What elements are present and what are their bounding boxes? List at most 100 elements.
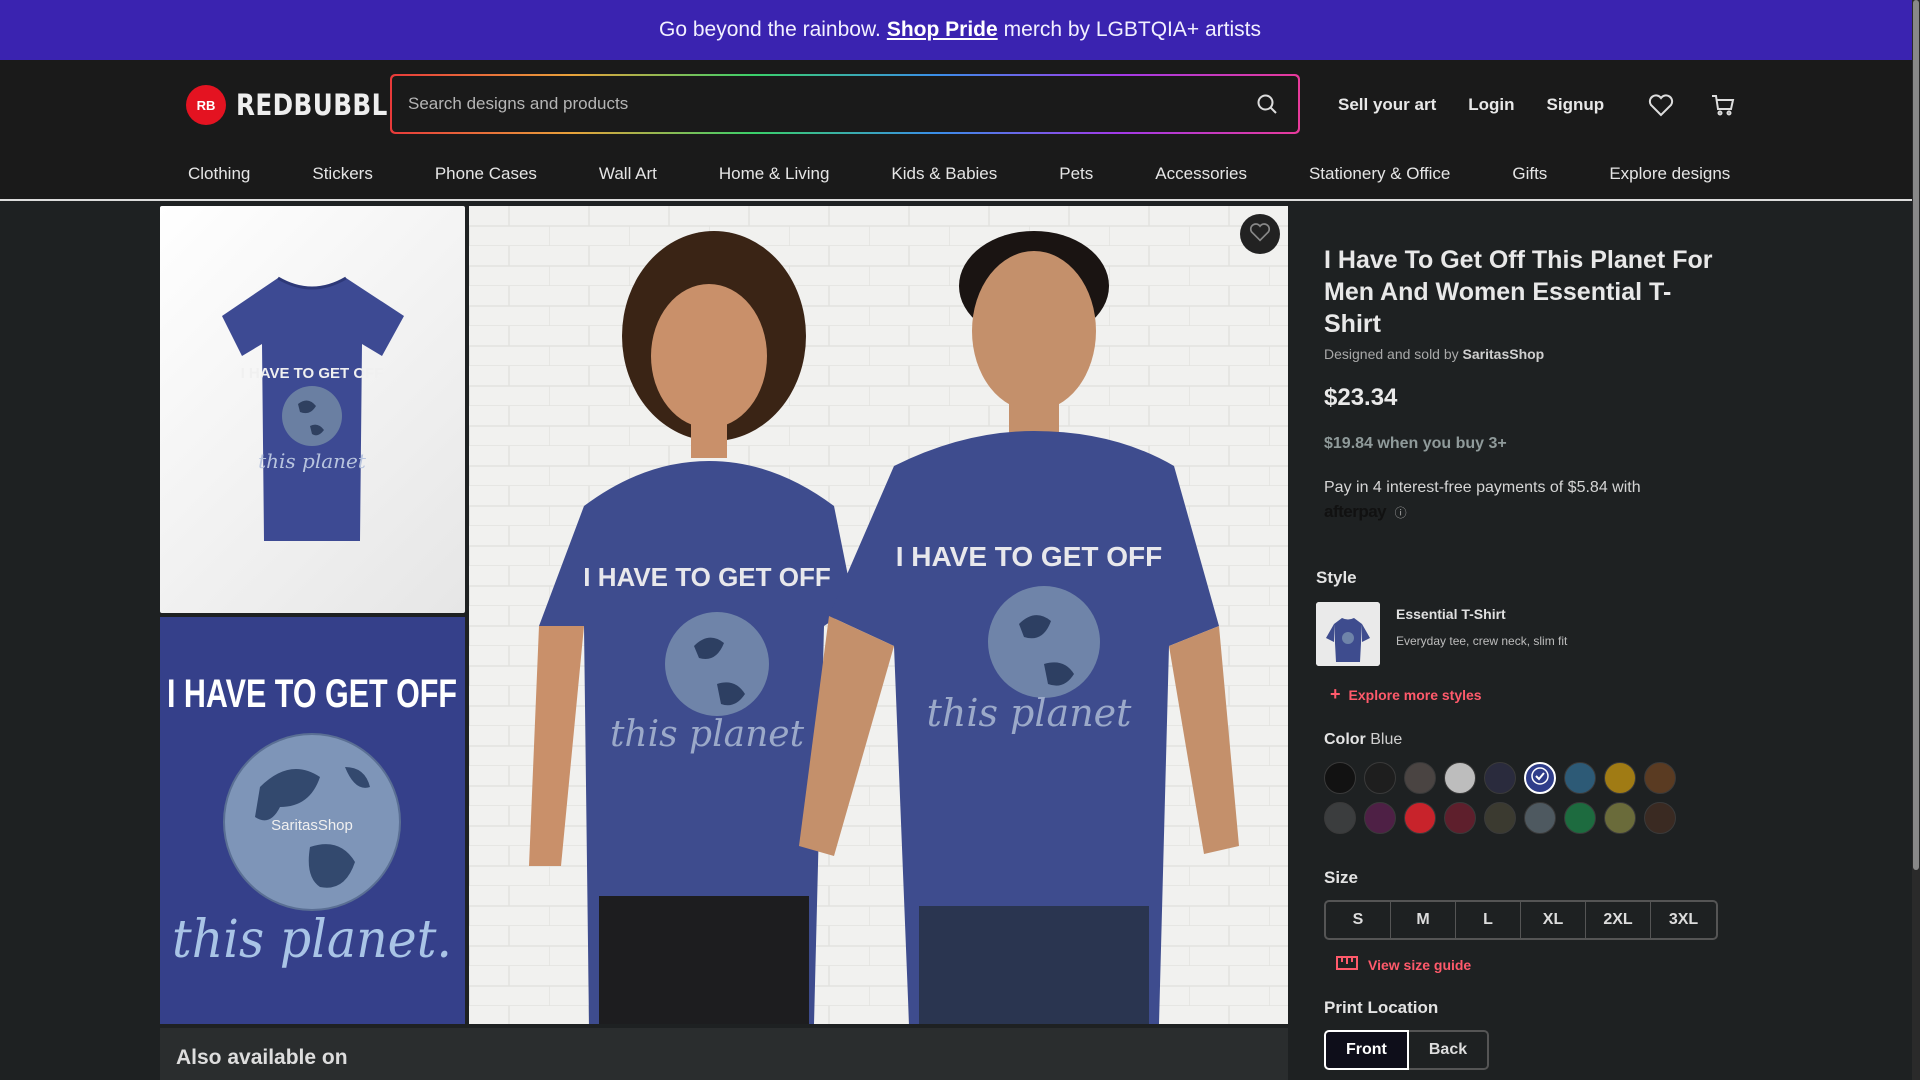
color-label-text: Color [1324,731,1366,748]
banner-prefix: Go beyond the rainbow. [658,18,881,41]
category-nav: Clothing Stickers Phone Cases Wall Art H… [188,164,1792,184]
size-option-s[interactable]: S [1326,902,1391,938]
size-selector: S M L XL 2XL 3XL [1324,900,1718,940]
favorite-button[interactable] [1240,214,1280,254]
checkmark-icon [1530,766,1550,791]
color-swatch[interactable] [1564,802,1596,834]
nav-item-pets[interactable]: Pets [1059,164,1093,184]
nav-item-kids-babies[interactable]: Kids & Babies [891,164,997,184]
design-text-bottom: this planet. [172,910,452,970]
nav-item-phone-cases[interactable]: Phone Cases [435,164,537,184]
color-swatch[interactable] [1524,762,1556,794]
header-links: Sell your art Login Signup [1338,90,1738,120]
color-swatch[interactable] [1324,762,1356,794]
print-front-button[interactable]: Front [1324,1030,1409,1070]
nav-item-home-living[interactable]: Home & Living [719,164,830,184]
bulk-price: $19.84 when you buy 3+ [1324,435,1507,452]
site-header: RB REDBUBBLE Sell your art Login Signup … [0,60,1920,200]
color-swatch[interactable] [1524,802,1556,834]
color-swatch[interactable] [1484,762,1516,794]
product-thumbnail-tshirt[interactable]: I HAVE TO GET OFF this planet [160,206,465,613]
designed-by: Designed and sold by SaritasShop [1324,346,1544,362]
color-swatch[interactable] [1364,802,1396,834]
woman-shirt-text: I HAVE TO GET OFF [583,562,831,592]
color-swatch[interactable] [1444,802,1476,834]
pay-text: Pay in 4 interest-free payments of $5.84… [1324,479,1641,496]
color-swatch[interactable] [1404,802,1436,834]
color-swatch[interactable] [1404,762,1436,794]
color-swatch[interactable] [1644,802,1676,834]
ruler-icon [1336,954,1358,975]
color-swatch[interactable] [1644,762,1676,794]
sell-your-art-link[interactable]: Sell your art [1338,95,1436,115]
color-label: Color Blue [1324,731,1402,749]
size-option-xl[interactable]: XL [1521,902,1586,938]
design-text-top: I HAVE TO GET OFF [167,672,457,716]
color-swatch[interactable] [1364,762,1396,794]
size-option-l[interactable]: L [1456,902,1521,938]
size-option-m[interactable]: M [1391,902,1456,938]
banner-suffix: merch by LGBTQIA+ artists [1003,18,1261,41]
nav-item-accessories[interactable]: Accessories [1155,164,1247,184]
info-icon[interactable]: ⓘ [1395,506,1407,520]
color-swatches [1324,762,1684,834]
size-label: Size [1324,868,1359,887]
print-location-label: Print Location [1324,998,1439,1017]
style-description: Everyday tee, crew neck, slim fit [1396,634,1568,648]
afterpay-info: Pay in 4 interest-free payments of $5.84… [1324,476,1724,525]
color-swatch[interactable] [1564,762,1596,794]
heart-icon [1249,222,1271,247]
nav-item-stationery-office[interactable]: Stationery & Office [1309,164,1450,184]
nav-item-gifts[interactable]: Gifts [1512,164,1547,184]
style-name: Essential T-Shirt [1396,606,1506,622]
search-bar [390,74,1300,134]
nav-divider [0,199,1912,201]
shop-pride-link[interactable]: Shop Pride [887,18,998,42]
promo-banner: Go beyond the rainbow. Shop Pride merch … [0,0,1920,60]
man-shirt-script: this planet [927,691,1133,735]
brand-name: REDBUBBLE [236,88,406,122]
search-icon[interactable] [1252,89,1282,119]
color-swatch[interactable] [1484,802,1516,834]
explore-more-styles-link[interactable]: + Explore more styles [1330,684,1482,705]
signup-link[interactable]: Signup [1547,95,1605,115]
nav-item-explore-designs[interactable]: Explore designs [1609,164,1730,184]
nav-item-wall-art[interactable]: Wall Art [599,164,657,184]
search-input[interactable] [408,94,1252,114]
watermark-text: SaritasShop [271,817,353,834]
size-guide-label: View size guide [1368,956,1472,973]
scrollbar[interactable] [1912,0,1920,1080]
product-title: I Have To Get Off This Planet For Men An… [1324,246,1713,338]
style-thumbnail[interactable] [1316,602,1380,666]
plus-icon: + [1330,684,1341,704]
main-product-image[interactable]: I HAVE TO GET OFF this planet I HAVE TO … [469,206,1288,1024]
print-back-button[interactable]: Back [1408,1030,1490,1070]
scrollbar-thumb[interactable] [1913,0,1919,870]
print-location-selector: Front Back [1324,1030,1490,1070]
size-guide-link[interactable]: View size guide [1336,954,1471,975]
explore-styles-label: Explore more styles [1348,687,1482,703]
designed-by-prefix: Designed and sold by [1324,346,1459,362]
heart-icon[interactable] [1646,90,1676,120]
afterpay-logo: afterpay [1324,502,1387,521]
nav-item-stickers[interactable]: Stickers [312,164,372,184]
also-available-heading: Also available on [160,1028,1288,1080]
product-thumbnail-design[interactable]: I HAVE TO GET OFF SaritasShop this plane… [160,617,465,1024]
size-option-3xl[interactable]: 3XL [1651,902,1716,938]
style-label: Style [1316,568,1357,587]
thumb-text-bottom: this planet [258,449,367,473]
artist-link[interactable]: SaritasShop [1463,346,1545,362]
cart-icon[interactable] [1708,90,1738,120]
color-swatch[interactable] [1324,802,1356,834]
login-link[interactable]: Login [1468,95,1514,115]
woman-shirt-script: this planet [610,714,805,755]
thumb-text-top: I HAVE TO GET OFF [241,365,384,382]
color-swatch[interactable] [1604,802,1636,834]
color-swatch[interactable] [1444,762,1476,794]
size-option-2xl[interactable]: 2XL [1586,902,1651,938]
color-swatch[interactable] [1604,762,1636,794]
nav-item-clothing[interactable]: Clothing [188,164,250,184]
selected-color-value: Blue [1370,731,1403,748]
logo-icon: RB [186,85,226,125]
product-price: $23.34 [1324,384,1398,411]
